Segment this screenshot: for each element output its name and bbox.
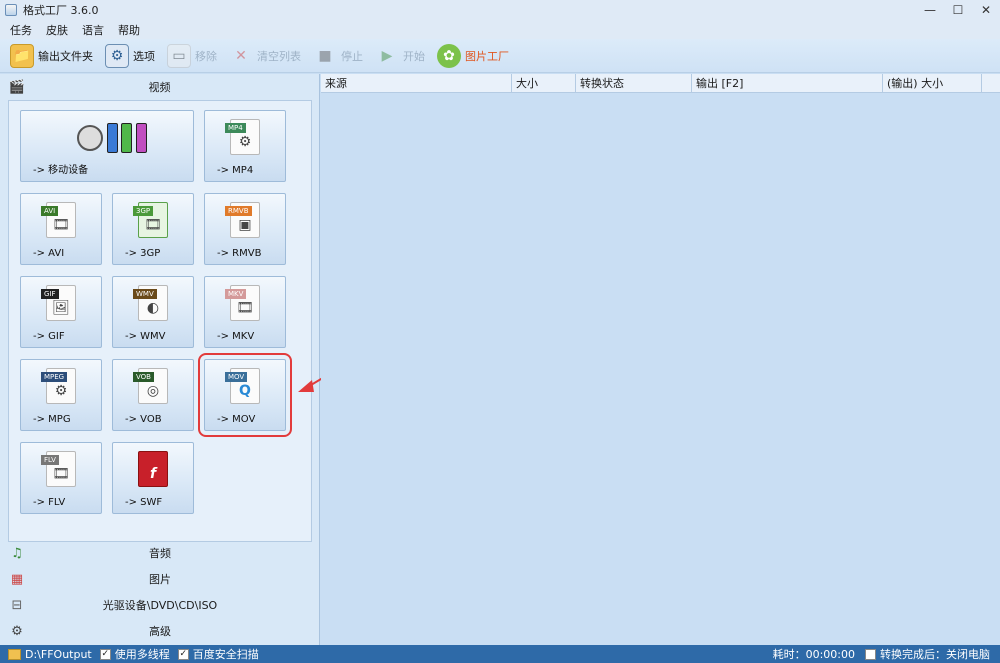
output-path[interactable]: D:\FFOutput bbox=[25, 648, 92, 661]
multithread-label: 使用多线程 bbox=[114, 648, 170, 661]
folder-icon[interactable] bbox=[8, 648, 21, 660]
window-title: 格式工厂 3.6.0 bbox=[23, 4, 99, 17]
options-button[interactable]: ⚙ 选项 bbox=[105, 42, 155, 70]
stop-button[interactable]: ■ 停止 bbox=[313, 42, 363, 70]
security-scan-label: 百度安全扫描 bbox=[192, 648, 259, 661]
mp4-file-icon: MP4 ⚙ bbox=[225, 119, 260, 155]
app-icon bbox=[5, 4, 17, 16]
mobile-device-icon bbox=[77, 121, 147, 155]
menu-language[interactable]: 语言 bbox=[82, 22, 104, 38]
folder-icon: 📁 bbox=[10, 43, 34, 68]
gif-file-icon: GIF 🖼 bbox=[41, 285, 76, 321]
tile-vob[interactable]: VOB ◎ -> VOB bbox=[112, 359, 194, 431]
menu-skin[interactable]: 皮肤 bbox=[46, 22, 68, 38]
elapsed-time: 耗时：00:00:00 bbox=[772, 648, 855, 661]
section-audio[interactable]: ♫ 音频 bbox=[0, 540, 320, 566]
start-icon: ▶ bbox=[381, 47, 393, 64]
close-button[interactable]: ✕ bbox=[972, 0, 1000, 20]
security-scan-checkbox[interactable]: ✓ bbox=[177, 648, 189, 660]
column-output-size[interactable]: (输出) 大小 bbox=[883, 74, 982, 93]
music-note-icon: ♫ bbox=[11, 545, 23, 561]
film-clapper-icon: 🎬 bbox=[8, 79, 26, 95]
after-done-label: 转换完成后：关闭电脑 bbox=[880, 648, 990, 661]
after-done-checkbox[interactable] bbox=[865, 648, 876, 660]
flv-file-icon: FLV 🎞 bbox=[41, 451, 76, 487]
tile-3gp[interactable]: 3GP 🎞 -> 3GP bbox=[112, 193, 194, 265]
section-rom-device[interactable]: ⊟ 光驱设备\DVD\CD\ISO bbox=[0, 592, 320, 618]
tile-gif[interactable]: GIF 🖼 -> GIF bbox=[20, 276, 102, 348]
column-source[interactable]: 来源 bbox=[321, 74, 512, 93]
remove-button[interactable]: ▭ 移除 bbox=[167, 42, 217, 70]
category-panel: 🎬 视频 -> 移动设备 MP4 ⚙ -> MP4 AVI 🎞 -> AVI 3GP… bbox=[0, 74, 320, 645]
tile-wmv[interactable]: WMV ◐ -> WMV bbox=[112, 276, 194, 348]
tile-mov[interactable]: MOV Q -> MOV bbox=[198, 353, 292, 437]
menu-task[interactable]: 任务 bbox=[10, 22, 32, 38]
rmvb-file-icon: RMVB ▣ bbox=[225, 202, 260, 238]
mkv-file-icon: MKV 🎞 bbox=[225, 285, 260, 321]
tile-mobile-device[interactable]: -> 移动设备 bbox=[20, 110, 194, 182]
multithread-checkbox[interactable]: ✓ bbox=[99, 648, 111, 660]
tile-mpg[interactable]: MPEG ⚙ -> MPG bbox=[20, 359, 102, 431]
gear-icon: ⚙ bbox=[105, 43, 129, 68]
clear-list-button[interactable]: ✕ 清空列表 bbox=[229, 42, 301, 70]
3gp-file-icon: 3GP 🎞 bbox=[133, 202, 168, 238]
tile-mkv[interactable]: MKV 🎞 -> MKV bbox=[204, 276, 286, 348]
status-bar: D:\FFOutput ✓ 使用多线程 ✓ 百度安全扫描 耗时：00:00:00… bbox=[0, 645, 1000, 663]
section-advanced[interactable]: ⚙ 高级 bbox=[0, 618, 320, 644]
picture-icon: ▦ bbox=[10, 571, 24, 587]
column-size[interactable]: 大小 bbox=[512, 74, 576, 93]
menu-help[interactable]: 帮助 bbox=[118, 22, 140, 38]
tile-mp4[interactable]: MP4 ⚙ -> MP4 bbox=[204, 110, 286, 182]
tile-rmvb[interactable]: RMVB ▣ -> RMVB bbox=[204, 193, 286, 265]
window-controls: — ☐ ✕ bbox=[916, 0, 1000, 20]
stop-icon: ■ bbox=[318, 47, 332, 64]
video-format-grid: -> 移动设备 MP4 ⚙ -> MP4 AVI 🎞 -> AVI 3GP 🎞 -> … bbox=[8, 100, 312, 542]
menu-bar: 任务 皮肤 语言 帮助 bbox=[0, 20, 1000, 39]
film-reel-icon: ⚙ bbox=[11, 623, 23, 639]
section-video[interactable]: 🎬 视频 bbox=[0, 74, 319, 100]
wmv-file-icon: WMV ◐ bbox=[133, 285, 168, 321]
column-status[interactable]: 转换状态 bbox=[576, 74, 692, 93]
minimize-button[interactable]: — bbox=[916, 0, 944, 20]
tile-flv[interactable]: FLV 🎞 -> FLV bbox=[20, 442, 102, 514]
mpeg-file-icon: MPEG ⚙ bbox=[41, 368, 76, 404]
tile-avi[interactable]: AVI 🎞 -> AVI bbox=[20, 193, 102, 265]
output-folder-button[interactable]: 📁 输出文件夹 bbox=[10, 42, 93, 70]
picture-factory-button[interactable]: ✿ 图片工厂 bbox=[437, 42, 509, 70]
swf-flash-icon: f bbox=[138, 451, 168, 487]
remove-icon: ▭ bbox=[167, 43, 191, 68]
task-list-panel: 来源 大小 转换状态 输出 [F2] (输出) 大小 bbox=[321, 74, 1000, 645]
disc-drive-icon: ⊟ bbox=[11, 597, 23, 613]
maximize-button[interactable]: ☐ bbox=[944, 0, 972, 20]
start-button[interactable]: ▶ 开始 bbox=[375, 42, 425, 70]
task-table-header: 来源 大小 转换状态 输出 [F2] (输出) 大小 bbox=[321, 74, 1000, 93]
title-bar: 格式工厂 3.6.0 — ☐ ✕ bbox=[0, 0, 1000, 20]
tile-swf[interactable]: f -> SWF bbox=[112, 442, 194, 514]
picture-factory-icon: ✿ bbox=[437, 43, 461, 68]
vob-file-icon: VOB ◎ bbox=[133, 368, 168, 404]
other-categories: ♫ 音频 ▦ 图片 ⊟ 光驱设备\DVD\CD\ISO ⚙ 高级 bbox=[0, 540, 320, 644]
column-output[interactable]: 输出 [F2] bbox=[692, 74, 883, 93]
clear-list-icon: ✕ bbox=[235, 47, 247, 64]
mov-file-icon: MOV Q bbox=[225, 368, 260, 404]
status-right: 耗时：00:00:00 转换完成后：关闭电脑 bbox=[773, 645, 990, 663]
section-picture[interactable]: ▦ 图片 bbox=[0, 566, 320, 592]
toolbar: 📁 输出文件夹 ⚙ 选项 ▭ 移除 ✕ 清空列表 ■ 停止 ▶ 开始 ✿ 图片工… bbox=[0, 39, 1000, 73]
task-list-body[interactable] bbox=[321, 93, 1000, 645]
avi-file-icon: AVI 🎞 bbox=[41, 202, 76, 238]
